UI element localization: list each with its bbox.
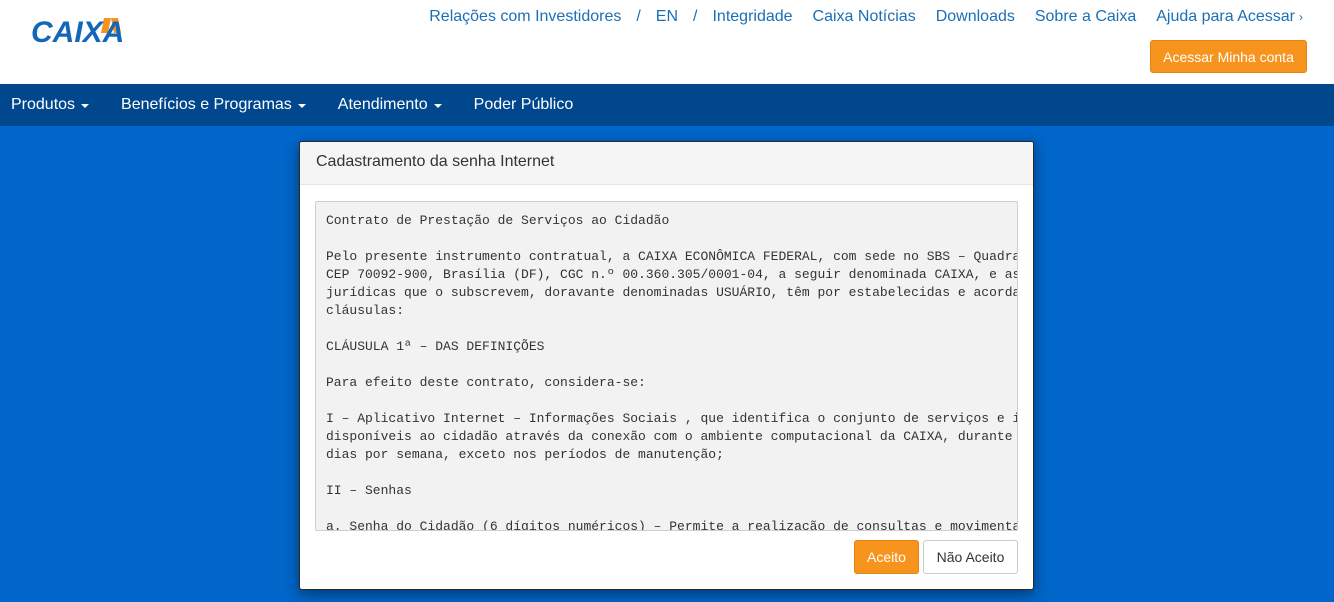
contract-line: dias por semana, exceto nos períodos de …: [326, 447, 724, 462]
contract-line: a. Senha do Cidadão (6 dígitos numéricos…: [326, 519, 1018, 531]
contract-line: [326, 392, 1007, 410]
contract-line: Contrato de Prestação de Serviços ao Cid…: [326, 213, 670, 228]
contract-line: [326, 500, 1007, 518]
link-english[interactable]: EN: [656, 8, 678, 26]
nav-public-power-label: Poder Público: [473, 96, 574, 113]
caret-down-icon: [297, 104, 306, 108]
link-about-caixa[interactable]: Sobre a Caixa: [1035, 8, 1136, 26]
logo-wordmark: CAIXA: [31, 16, 124, 45]
link-integrity[interactable]: Integridade: [712, 8, 792, 26]
contract-line: Pelo presente instrumento contratual, a …: [326, 249, 1018, 264]
link-downloads[interactable]: Downloads: [936, 8, 1015, 26]
contract-line: I – Aplicativo Internet – Informações So…: [326, 411, 1018, 426]
nav-service-label: Atendimento: [337, 96, 428, 113]
contract-line: [326, 230, 1007, 248]
contract-line: CEP 70092-900, Brasília (DF), CGC n.º 00…: [326, 267, 1018, 282]
dialog-title: Cadastramento da senha Internet: [300, 142, 1033, 185]
contract-line: Para efeito deste contrato, considera-se…: [326, 375, 646, 390]
link-access-help-label: Ajuda para Acessar: [1156, 8, 1295, 25]
decline-button[interactable]: Não Aceito: [923, 540, 1018, 574]
link-investor-relations[interactable]: Relações com Investidores: [429, 8, 621, 26]
link-separator: /: [693, 8, 698, 25]
contract-line: [326, 356, 1007, 374]
nav-public-power[interactable]: Poder Público: [463, 96, 585, 114]
contract-line: CLÁUSULA 1ª – DAS DEFINIÇÕES: [326, 339, 545, 354]
caret-down-icon: [81, 104, 90, 108]
main-nav: Produtos Benefícios e Programas Atendime…: [0, 84, 1334, 126]
top-header: CAIXA Relações com Investidores / EN / I…: [0, 0, 1334, 84]
contract-line: jurídicas que o subscrevem, doravante de…: [326, 285, 1018, 300]
accept-button[interactable]: Aceito: [854, 540, 919, 574]
nav-products-label: Produtos: [11, 96, 76, 113]
nav-service[interactable]: Atendimento: [327, 96, 453, 114]
nav-benefits-label: Benefícios e Programas: [121, 96, 292, 113]
chevron-right-icon: ›: [1299, 10, 1303, 24]
link-caixa-news[interactable]: Caixa Notícias: [813, 8, 916, 26]
contract-line: disponíveis ao cidadão através da conexã…: [326, 429, 1013, 444]
nav-products[interactable]: Produtos: [0, 96, 100, 114]
access-account-button[interactable]: Acessar Minha conta: [1150, 40, 1307, 73]
contract-line: [326, 320, 1007, 338]
contract-text-box[interactable]: Contrato de Prestação de Serviços ao Cid…: [315, 201, 1018, 531]
contract-line: cláusulas:: [326, 303, 405, 318]
caret-down-icon: [433, 104, 442, 108]
nav-benefits[interactable]: Benefícios e Programas: [110, 96, 317, 114]
top-links: Relações com Investidores / EN / Integri…: [429, 8, 1303, 26]
link-access-help[interactable]: Ajuda para Acessar ›: [1156, 8, 1303, 26]
password-registration-dialog: Cadastramento da senha Internet Contrato…: [299, 141, 1034, 590]
caixa-logo[interactable]: CAIXA: [31, 11, 145, 45]
contract-line: [326, 464, 1007, 482]
contract-line: II – Senhas: [326, 483, 412, 498]
link-separator: /: [636, 8, 641, 25]
